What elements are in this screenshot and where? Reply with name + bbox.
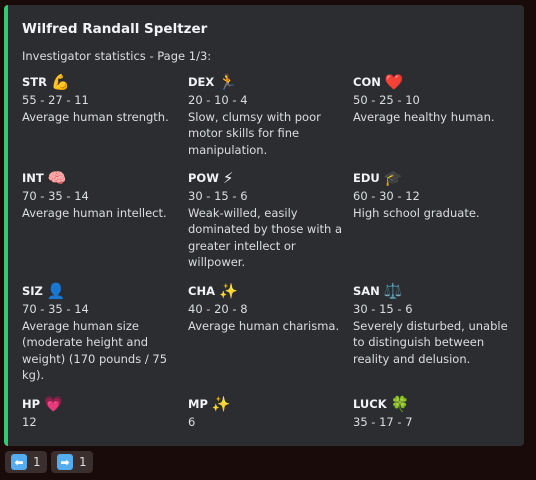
stat-value: 55 - 27 - 11	[22, 93, 89, 107]
stat-description: Slow, clumsy with poor motor skills for …	[188, 109, 321, 157]
stat-value: 35 - 17 - 7	[353, 415, 413, 429]
stat-luck: LUCK 🍀 35 - 17 - 7	[353, 394, 511, 431]
stat-value: 60 - 30 - 12	[353, 189, 420, 203]
stat-description: Severely disturbed, unable to distinguis…	[353, 318, 508, 366]
stat-description: Average human charisma.	[188, 318, 340, 333]
balance-scale-icon: ⚖️	[383, 281, 403, 300]
stat-mp: MP ✨ 6	[188, 394, 346, 431]
reaction-count: 1	[79, 455, 87, 469]
stat-cha: CHA ✨ 40 - 20 - 8 Average human charisma.	[188, 281, 346, 334]
reaction-prev-button[interactable]: ⬅ 1	[5, 451, 47, 473]
stat-description: Weak-willed, easily dominated by those w…	[188, 205, 343, 270]
stat-description: Average human size (moderate height and …	[22, 318, 168, 383]
stat-name: STR	[22, 75, 47, 89]
stat-edu: EDU 🎓 60 - 30 - 12 High school graduate.	[353, 168, 511, 221]
stat-san: SAN ⚖️ 30 - 15 - 6 Severely disturbed, un…	[353, 281, 511, 367]
stat-dex: DEX 🏃 20 - 10 - 4 Slow, clumsy with poor …	[188, 72, 346, 158]
stat-pow: POW ⚡ 30 - 15 - 6 Weak-willed, easily dom…	[188, 168, 346, 271]
reaction-next-button[interactable]: ➡ 1	[51, 451, 93, 473]
flexed-biceps-icon: 💪	[50, 72, 70, 91]
embed-subtitle: Investigator statistics - Page 1/3:	[22, 49, 212, 63]
stat-description: High school graduate.	[353, 205, 480, 220]
stat-description: Average healthy human.	[353, 109, 495, 124]
stat-description: Average human intellect.	[22, 205, 167, 220]
four-leaf-clover-icon: 🍀	[390, 394, 410, 413]
stat-hp: HP 💗 12	[22, 394, 180, 431]
pink-heart-icon: 💗	[44, 394, 63, 413]
right-arrow-icon: ➡	[57, 454, 73, 470]
stat-name: SAN	[353, 284, 380, 298]
stat-value: 30 - 15 - 6	[188, 189, 248, 203]
stat-value: 12	[22, 415, 37, 429]
stat-value: 70 - 35 - 14	[22, 189, 89, 203]
stat-value: 40 - 20 - 8	[188, 302, 248, 316]
stat-name: CON	[353, 75, 381, 89]
graduation-cap-icon: 🎓	[383, 168, 403, 187]
lightning-icon: ⚡	[222, 168, 234, 187]
red-heart-icon: ❤️	[384, 72, 404, 91]
stat-name: LUCK	[353, 397, 387, 411]
stat-name: MP	[188, 397, 208, 411]
running-person-icon: 🏃	[218, 72, 237, 91]
stat-siz: SIZ 👤 70 - 35 - 14 Average human size (mo…	[22, 281, 180, 384]
embed-title: Wilfred Randall Speltzer	[22, 21, 208, 37]
stat-name: DEX	[188, 75, 215, 89]
sparkles-icon: ✨	[211, 394, 231, 413]
stat-con: CON ❤️ 50 - 25 - 10 Average healthy human…	[353, 72, 511, 125]
stat-name: EDU	[353, 171, 380, 185]
brain-icon: 🧠	[47, 168, 67, 187]
stat-name: INT	[22, 171, 44, 185]
stat-name: HP	[22, 397, 41, 411]
stat-int: INT 🧠 70 - 35 - 14 Average human intellec…	[22, 168, 180, 221]
stats-embed: Wilfred Randall Speltzer Investigator st…	[4, 5, 524, 446]
sparkles-icon: ✨	[218, 281, 238, 300]
stat-name: POW	[188, 171, 219, 185]
person-silhouette-icon: 👤	[46, 281, 66, 300]
stat-str: STR 💪 55 - 27 - 11 Average human strength…	[22, 72, 180, 125]
stat-value: 6	[188, 415, 196, 429]
stat-value: 50 - 25 - 10	[353, 93, 420, 107]
stat-name: CHA	[188, 284, 215, 298]
stat-name: SIZ	[22, 284, 43, 298]
stat-value: 20 - 10 - 4	[188, 93, 248, 107]
left-arrow-icon: ⬅	[11, 454, 27, 470]
stat-description: Average human strength.	[22, 109, 169, 124]
reaction-count: 1	[33, 455, 41, 469]
stat-value: 70 - 35 - 14	[22, 302, 89, 316]
stat-value: 30 - 15 - 6	[353, 302, 413, 316]
